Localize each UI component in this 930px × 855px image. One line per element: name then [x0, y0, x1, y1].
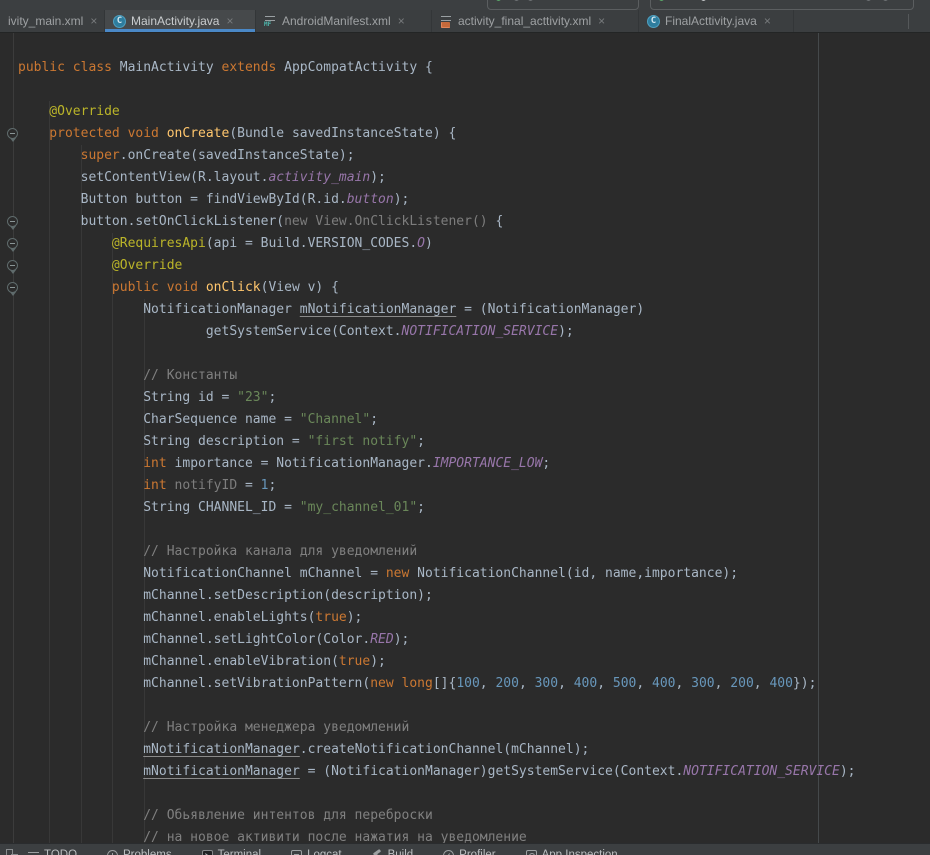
ide-window: ivity_main.xml×MainActivity.java×Android… — [0, 0, 930, 855]
layout-file-icon — [440, 15, 453, 28]
code-line — [18, 519, 930, 541]
code-line: mChannel.enableLights(true); — [18, 607, 930, 629]
tool-button-logcat[interactable]: Logcat — [291, 849, 342, 855]
tab-close-icon[interactable]: × — [764, 14, 771, 28]
code-line: int importance = NotificationManager.IMP… — [18, 453, 930, 475]
device-status-icon — [659, 0, 664, 1]
toolbar-dot-icon — [528, 0, 533, 1]
tab-close-icon[interactable]: × — [226, 14, 233, 28]
code-line: mChannel.setDescription(description); — [18, 585, 930, 607]
code-line: // Настройка канала для уведомлений — [18, 541, 930, 563]
code-line: int notifyID = 1; — [18, 475, 930, 497]
tool-button-app-inspection[interactable]: App Inspection — [526, 849, 618, 855]
profiler-icon — [443, 850, 454, 855]
editor-tab-activity-final-acttivity-xml[interactable]: activity_final_acttivity.xml × — [432, 10, 639, 32]
device-selector-combo[interactable] — [650, 0, 914, 10]
code-line: protected void onCreate(Bundle savedInst… — [18, 123, 930, 145]
code-line: // Настройка менеджера уведомлений — [18, 717, 930, 739]
tab-close-icon[interactable]: × — [398, 14, 405, 28]
tool-button-label: Problems — [123, 849, 172, 855]
tab-close-icon[interactable]: × — [90, 14, 97, 28]
code-line: setContentView(R.layout.activity_main); — [18, 167, 930, 189]
fold-marker-icon[interactable] — [7, 238, 18, 249]
tool-button-build[interactable]: Build — [372, 849, 414, 855]
tab-close-icon[interactable]: × — [598, 14, 605, 28]
toolbar-dot-icon — [701, 0, 706, 1]
tab-label: FinalActtivity.java — [665, 14, 757, 28]
build-icon — [372, 850, 383, 855]
tool-button-profiler[interactable]: Profiler — [443, 849, 495, 855]
tab-label: ivity_main.xml — [8, 14, 83, 28]
editor-tab-androidmanifest-xml[interactable]: AndroidManifest.xml × — [256, 10, 432, 32]
appinspect-icon — [526, 850, 537, 855]
fold-marker-icon[interactable] — [7, 282, 18, 293]
code-area: public class MainActivity extends AppCom… — [0, 33, 930, 843]
code-line: CharSequence name = "Channel"; — [18, 409, 930, 431]
tool-button-todo[interactable]: TODO — [28, 849, 77, 855]
code-line — [18, 783, 930, 805]
tab-label: AndroidManifest.xml — [282, 14, 391, 28]
tool-button-label: TODO — [44, 849, 77, 855]
code-line — [18, 343, 930, 365]
code-line: NotificationManager mNotificationManager… — [18, 299, 930, 321]
code-line: String id = "23"; — [18, 387, 930, 409]
tool-button-label: Build — [388, 849, 414, 855]
toolwindow-corner-icon[interactable] — [6, 849, 18, 855]
class-file-icon — [647, 15, 660, 28]
fold-marker-icon[interactable] — [7, 128, 18, 139]
problems-icon — [107, 850, 118, 855]
code-line: @Override — [18, 101, 930, 123]
editor-tab-ivity-main-xml[interactable]: ivity_main.xml × — [0, 10, 105, 32]
code-line: String CHANNEL_ID = "my_channel_01"; — [18, 497, 930, 519]
code-line: Button button = findViewById(R.id.button… — [18, 189, 930, 211]
tool-button-label: Terminal — [218, 849, 261, 855]
tool-button-label: Logcat — [307, 849, 342, 855]
tab-label: MainActivity.java — [131, 14, 219, 28]
code-line: // Константы — [18, 365, 930, 387]
code-line: @RequiresApi(api = Build.VERSION_CODES.O… — [18, 233, 930, 255]
tool-button-terminal[interactable]: Terminal — [202, 849, 261, 855]
tool-button-label: Profiler — [459, 849, 495, 855]
code-line: String description = "first notify"; — [18, 431, 930, 453]
code-line: getSystemService(Context.NOTIFICATION_SE… — [18, 321, 930, 343]
code-line: mNotificationManager = (NotificationMana… — [18, 761, 930, 783]
code-line: mChannel.enableVibration(true); — [18, 651, 930, 673]
toolbar-dot-icon — [866, 0, 871, 1]
code-line — [18, 695, 930, 717]
code-line: button.setOnClickListener(new View.OnCli… — [18, 211, 930, 233]
editor-tab-finalacttivity-java[interactable]: FinalActtivity.java × — [639, 10, 794, 32]
logcat-icon — [291, 850, 302, 855]
code-line: public class MainActivity extends AppCom… — [18, 57, 930, 79]
toolbar-dot-icon — [514, 0, 519, 1]
tab-bar: ivity_main.xml×MainActivity.java×Android… — [0, 10, 930, 33]
code-line: mChannel.setLightColor(Color.RED); — [18, 629, 930, 651]
code-line: @Override — [18, 255, 930, 277]
code-line: public void onClick(View v) { — [18, 277, 930, 299]
tool-button-problems[interactable]: Problems — [107, 849, 172, 855]
terminal-icon — [202, 850, 213, 855]
toolbar-dot-icon — [883, 0, 888, 1]
editor-tab-mainactivity-java[interactable]: MainActivity.java × — [105, 10, 256, 32]
manifest-file-icon — [264, 15, 277, 28]
tool-button-label: App Inspection — [542, 849, 618, 855]
code-line: // Обьявление интентов для переброски — [18, 805, 930, 827]
tabbar-separator — [908, 14, 909, 29]
code-line: mChannel.setVibrationPattern(new long[]{… — [18, 673, 930, 695]
code-line: mNotificationManager.createNotificationC… — [18, 739, 930, 761]
code-line: // на новое активити после нажатия на ув… — [18, 827, 930, 843]
code-line: super.onCreate(savedInstanceState); — [18, 145, 930, 167]
run-icon — [496, 0, 501, 1]
todo-icon — [28, 850, 39, 855]
code-editor[interactable]: public class MainActivity extends AppCom… — [0, 33, 930, 843]
code-line: NotificationChannel mChannel = new Notif… — [18, 563, 930, 585]
fold-marker-icon[interactable] — [7, 216, 18, 227]
code-line — [18, 79, 930, 101]
tool-window-bar: TODO Problems Terminal Logcat Build Profiler A… — [0, 843, 930, 855]
fold-marker-icon[interactable] — [7, 260, 18, 271]
tab-label: activity_final_acttivity.xml — [458, 14, 591, 28]
run-configuration-combo[interactable] — [487, 0, 639, 10]
class-file-icon — [113, 15, 126, 28]
